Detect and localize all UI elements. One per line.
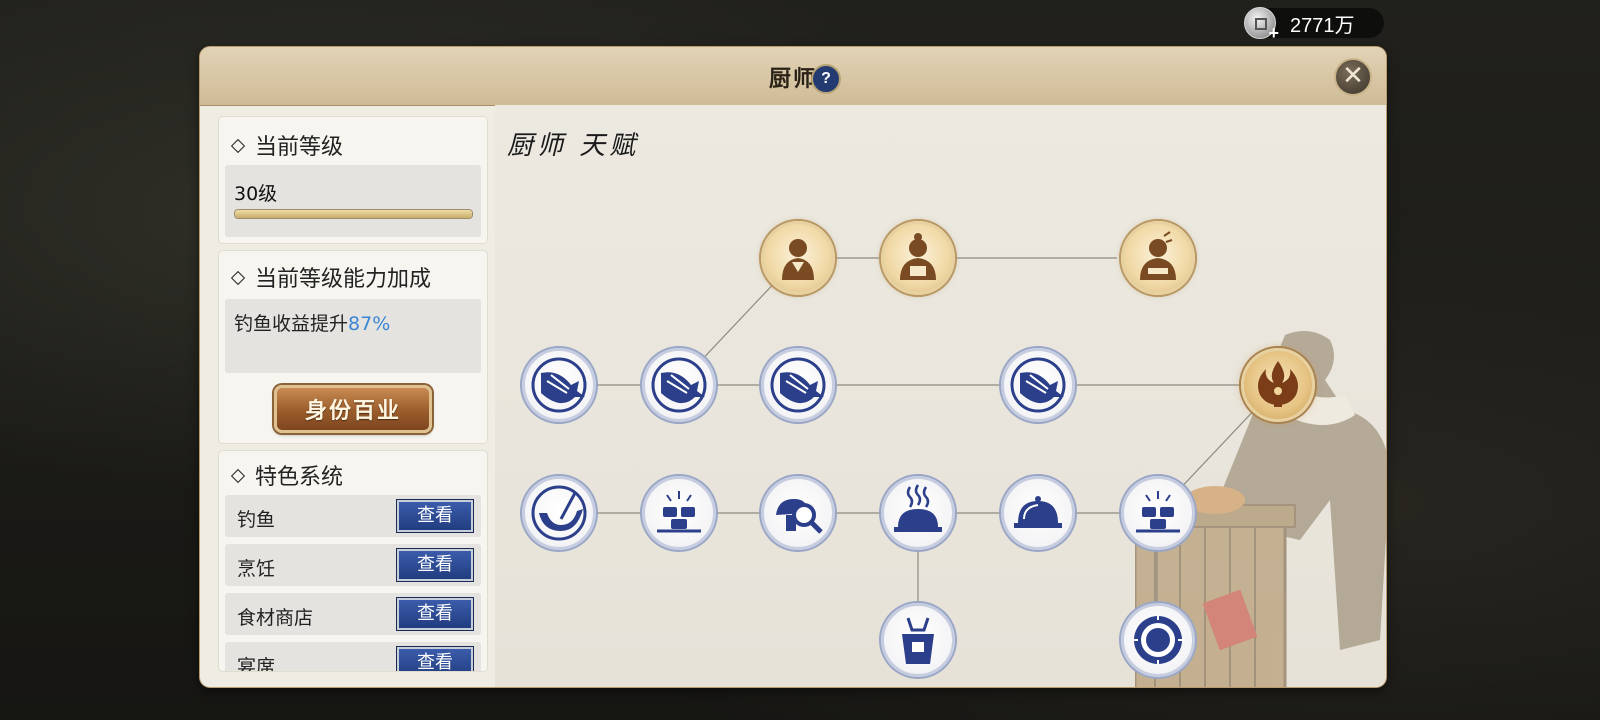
talent-node-fish-1[interactable] — [522, 348, 596, 422]
view-cooking-button[interactable]: 查看 — [397, 549, 473, 581]
talent-node-fish-2[interactable] — [642, 348, 716, 422]
currency-amount: 2771万 — [1290, 14, 1355, 37]
level-card-heading: 当前等级 — [230, 129, 344, 161]
fishing-hook-icon — [531, 485, 587, 541]
bonus-box: 钓鱼收益提升87% — [225, 299, 481, 373]
system-label: 食材商店 — [237, 607, 314, 629]
talent-node-chef-rank-3[interactable] — [1121, 221, 1195, 295]
talent-node-fish-4[interactable] — [1001, 348, 1075, 422]
view-fishing-button[interactable]: 查看 — [397, 500, 473, 532]
apron-icon — [902, 617, 934, 664]
system-row-ingredient-shop: 食材商店 查看 — [225, 593, 481, 635]
talent-tree-area: 厨师 天赋 — [495, 105, 1386, 687]
systems-card-heading: 特色系统 — [230, 459, 344, 491]
info-column: 当前等级 30级 当前等级能力加成 钓鱼收益提升87% 身份百业 特色系统 钓鱼… — [219, 117, 487, 671]
chef-cook-icon — [900, 233, 936, 280]
steaming-cloche-icon — [894, 484, 942, 532]
diamond-icon — [230, 138, 246, 154]
talent-node-serving-dish[interactable] — [1001, 476, 1075, 550]
talent-node-fish-3[interactable] — [761, 348, 835, 422]
dumplings-icon — [1136, 491, 1180, 533]
chef-apprentice-icon — [782, 239, 814, 280]
system-label: 烹饪 — [237, 558, 276, 580]
system-row-fishing: 钓鱼 查看 — [225, 495, 481, 537]
talent-node-dumplings-1[interactable] — [642, 476, 716, 550]
talent-node-ingredient-search[interactable] — [761, 476, 835, 550]
view-banquet-button[interactable]: 查看 — [397, 647, 473, 671]
diamond-icon — [230, 468, 246, 484]
close-icon[interactable]: ✕ — [1334, 58, 1372, 96]
flame-emblem-icon — [1258, 361, 1298, 407]
system-label: 宴席 — [237, 656, 276, 671]
plus-icon[interactable]: + — [1268, 24, 1279, 42]
talent-node-chef-rank-1[interactable] — [761, 221, 835, 295]
plate-icon — [1134, 616, 1182, 664]
dialog-titlebar: 厨师 ? ✕ — [200, 47, 1386, 106]
dialog-title: 厨师 — [768, 66, 817, 92]
system-row-cooking: 烹饪 查看 — [225, 544, 481, 586]
talent-node-flame[interactable] — [1241, 348, 1315, 422]
level-text: 30级 — [234, 183, 278, 205]
diamond-icon — [230, 270, 246, 286]
silver-coin-icon: + — [1244, 7, 1279, 42]
fish-icon — [1010, 357, 1066, 413]
level-card-title: 当前等级 — [255, 135, 344, 160]
bonus-value: 87% — [348, 313, 391, 335]
systems-card: 特色系统 钓鱼 查看 烹饪 查看 食材商店 查看 宴席 查看 — [219, 451, 487, 671]
level-progress-fill — [235, 210, 472, 218]
fish-icon — [531, 357, 587, 413]
chef-dialog: 厨师 ? ✕ 当前等级 30级 当前等级能力加成 钓鱼收益提升87% 身份百业 … — [200, 47, 1386, 687]
system-label: 钓鱼 — [237, 509, 276, 531]
talent-node-fishing-hook[interactable] — [522, 476, 596, 550]
question-icon[interactable]: ? — [811, 64, 841, 94]
talent-node-steaming-dish[interactable] — [881, 476, 955, 550]
talent-node-dumplings-2[interactable] — [1121, 476, 1195, 550]
fish-icon — [770, 357, 826, 413]
currency-display[interactable]: + 2771万 — [1244, 7, 1384, 42]
fish-icon — [651, 357, 707, 413]
systems-card-title: 特色系统 — [255, 465, 344, 490]
level-box: 30级 — [225, 165, 481, 237]
identity-button[interactable]: 身份百业 — [274, 385, 432, 433]
talent-node-chef-rank-2[interactable] — [881, 221, 955, 295]
mushroom-search-icon — [776, 499, 823, 534]
system-row-banquet: 宴席 查看 — [225, 642, 481, 671]
talent-node-plate[interactable] — [1121, 603, 1195, 677]
bonus-line: 钓鱼收益提升87% — [234, 309, 390, 336]
talent-node-apron[interactable] — [881, 603, 955, 677]
bonus-card-title: 当前等级能力加成 — [255, 267, 432, 292]
view-ingredient-shop-button[interactable]: 查看 — [397, 598, 473, 630]
cloche-icon — [1014, 496, 1062, 528]
chef-master-icon — [1140, 231, 1176, 280]
bonus-card-heading: 当前等级能力加成 — [230, 261, 432, 293]
dumplings-icon — [657, 491, 701, 533]
level-progress-bar — [234, 209, 473, 219]
bonus-label: 钓鱼收益提升 — [234, 313, 349, 335]
level-card: 当前等级 30级 — [219, 117, 487, 243]
